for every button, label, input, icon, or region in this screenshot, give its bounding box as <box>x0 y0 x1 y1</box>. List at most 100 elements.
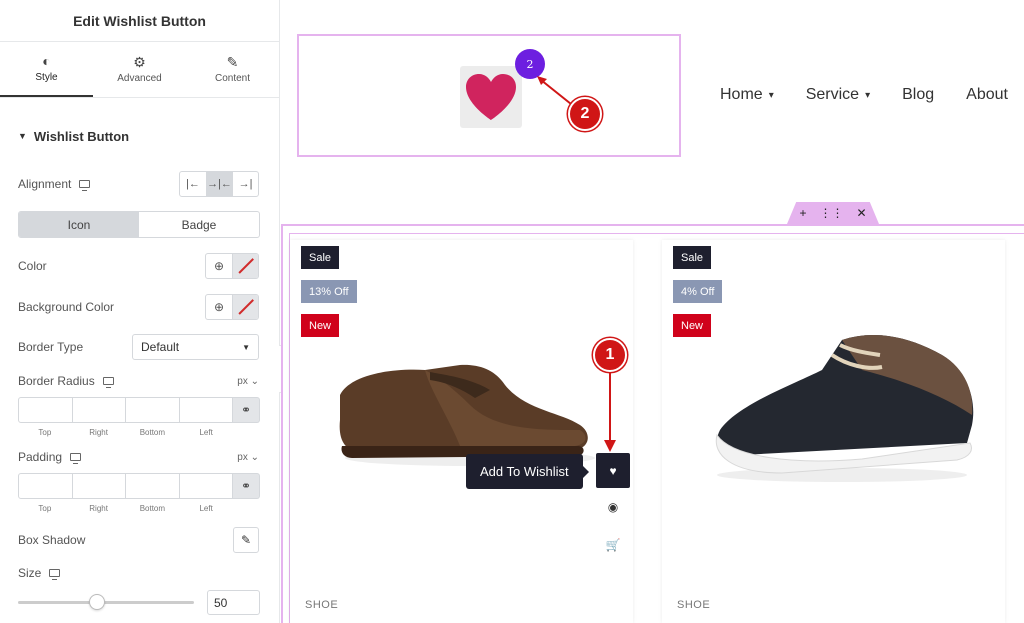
half-circle-icon: ◐ <box>42 53 51 69</box>
border-radius-row: Border Radius px ⌄ <box>18 374 259 388</box>
gear-icon: ⚙ <box>133 54 146 70</box>
border-type-select[interactable]: Default ▼ <box>132 334 259 360</box>
nav-item-home[interactable]: Home ▾ <box>720 86 774 104</box>
desktop-icon[interactable] <box>70 453 82 464</box>
sale-badge: Sale <box>673 246 712 269</box>
badge-option[interactable]: Badge <box>139 212 259 237</box>
dim-label-left: Left <box>199 504 213 513</box>
product-image-brown-shoe[interactable] <box>330 350 600 470</box>
dim-label-bottom: Bottom <box>139 504 166 513</box>
sale-badge: Sale <box>301 246 340 269</box>
padding-right-input[interactable] <box>72 473 126 499</box>
quick-view-button[interactable]: ◉ <box>596 488 630 526</box>
radius-top-input[interactable] <box>18 397 73 423</box>
box-shadow-label: Box Shadow <box>18 533 86 547</box>
panel-title: Edit Wishlist Button <box>0 0 279 42</box>
desktop-icon[interactable] <box>79 180 91 191</box>
icon-badge-toggle: Icon Badge <box>18 211 260 238</box>
nav-about-label: About <box>966 86 1008 103</box>
size-slider[interactable] <box>18 594 194 610</box>
border-type-value: Default <box>141 340 180 354</box>
box-shadow-row: Box Shadow ✎ <box>18 527 259 553</box>
align-center-icon[interactable]: →|← <box>206 172 232 196</box>
chevron-down-icon: ▾ <box>768 89 774 101</box>
size-slider-handle[interactable] <box>89 594 106 610</box>
bg-color-swatch[interactable] <box>232 295 258 319</box>
edit-shadow-button[interactable]: ✎ <box>233 527 259 553</box>
border-radius-inputs: ⚭ <box>18 397 260 423</box>
color-swatch[interactable] <box>232 254 258 278</box>
desktop-icon[interactable] <box>49 569 61 580</box>
callout-arrow-1 <box>604 372 616 452</box>
size-label: Size <box>18 566 42 580</box>
panel-tabs: ◐ Style ⚙ Advanced ✎ Content <box>0 42 279 98</box>
color-control: ⊕ <box>205 253 259 279</box>
wishlist-heart-button[interactable] <box>460 66 522 128</box>
tab-advanced-label: Advanced <box>117 73 162 84</box>
nav-item-blog[interactable]: Blog <box>902 86 934 104</box>
add-icon[interactable]: + <box>799 206 806 220</box>
drag-handle-icon[interactable]: ⋮⋮ <box>819 206 843 220</box>
padding-left-input[interactable] <box>179 473 233 499</box>
product-category: SHOE <box>677 599 711 611</box>
alignment-row: Alignment |← →|← →| <box>18 171 259 197</box>
radius-left-input[interactable] <box>179 397 233 423</box>
tab-style[interactable]: ◐ Style <box>0 42 93 97</box>
product-card[interactable]: Sale 13% Off New Add To Wishlist ♥ ◉ 🛒 1 <box>290 240 633 623</box>
preview-canvas: 2 2 Home ▾ Service ▾ Blog About + ⋮⋮ ✕ S… <box>281 0 1024 623</box>
section-title: Wishlist Button <box>33 128 130 144</box>
padding-bottom-input[interactable] <box>126 473 180 499</box>
align-right-icon[interactable]: →| <box>232 172 258 196</box>
caret-down-icon: ▼ <box>242 342 250 352</box>
dim-label-right: Right <box>89 428 108 437</box>
padding-top-input[interactable] <box>18 473 73 499</box>
align-left-icon[interactable]: |← <box>180 172 206 196</box>
alignment-label: Alignment <box>18 177 72 191</box>
link-icon[interactable]: ⚭ <box>233 397 260 423</box>
product-card[interactable]: Sale 4% Off New SHOE <box>662 240 1005 623</box>
padding-dim-labels: Top Right Bottom Left <box>18 504 233 513</box>
callout-marker-1: 1 <box>593 338 627 372</box>
size-row: Size <box>18 566 259 580</box>
nav-service-label: Service <box>805 86 860 103</box>
globe-icon[interactable]: ⊕ <box>206 295 232 319</box>
bg-color-label: Background Color <box>18 300 115 314</box>
dim-label-top: Top <box>38 504 52 513</box>
nav-item-about[interactable]: About <box>966 86 1008 104</box>
product-category: SHOE <box>305 599 339 611</box>
unit-select[interactable]: px ⌄ <box>237 452 259 463</box>
pencil-icon: ✎ <box>240 533 252 547</box>
dim-label-top: Top <box>38 428 52 437</box>
radius-right-input[interactable] <box>72 397 126 423</box>
add-to-cart-button[interactable]: 🛒 <box>596 526 630 564</box>
product-image-black-sneaker[interactable] <box>702 325 992 485</box>
callout-arrow-2 <box>537 76 572 105</box>
tab-advanced[interactable]: ⚙ Advanced <box>93 42 186 97</box>
globe-icon[interactable]: ⊕ <box>206 254 232 278</box>
product-actions: ♥ ◉ 🛒 <box>596 453 630 564</box>
pencil-icon: ✎ <box>226 54 239 70</box>
radius-bottom-input[interactable] <box>126 397 180 423</box>
alignment-control: |← →|← →| <box>179 171 259 197</box>
caret-down-icon: ▼ <box>18 131 27 141</box>
unit-label: px <box>237 451 248 463</box>
dim-label-left: Left <box>199 428 213 437</box>
tab-content[interactable]: ✎ Content <box>186 42 279 97</box>
icon-option[interactable]: Icon <box>19 212 139 237</box>
new-badge: New <box>301 314 340 337</box>
nav-home-label: Home <box>720 86 763 103</box>
add-to-wishlist-button[interactable]: ♥ <box>596 453 630 488</box>
bg-color-row: Background Color ⊕ <box>18 294 259 320</box>
section-toggle-wishlist-button[interactable]: ▼ Wishlist Button <box>0 118 279 154</box>
unit-label: px <box>237 375 248 387</box>
close-icon[interactable]: ✕ <box>856 206 866 220</box>
radius-dim-labels: Top Right Bottom Left <box>18 428 233 437</box>
desktop-icon[interactable] <box>102 377 114 388</box>
main-nav: Home ▾ Service ▾ Blog About <box>720 86 1008 104</box>
size-input[interactable]: 50 <box>207 590 260 615</box>
unit-select[interactable]: px ⌄ <box>237 376 259 387</box>
nav-item-service[interactable]: Service ▾ <box>806 86 870 104</box>
padding-row: Padding px ⌄ <box>18 450 259 464</box>
link-icon[interactable]: ⚭ <box>233 473 260 499</box>
wishlist-header-widget[interactable]: 2 2 <box>297 34 681 157</box>
